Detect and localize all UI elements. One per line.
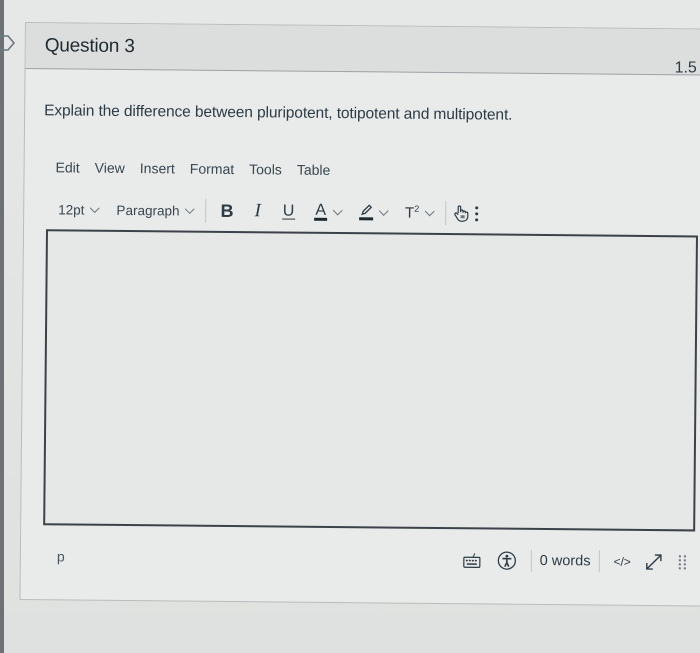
question-points: 1.5 p	[674, 59, 700, 77]
editor-menubar: Edit View Insert Format Tools Table	[56, 159, 331, 178]
highlight-color-button[interactable]	[359, 204, 389, 221]
text-color-button[interactable]: A	[314, 201, 343, 221]
more-vertical-icon[interactable]	[475, 205, 479, 221]
question-title: Question 3	[44, 35, 135, 58]
menu-edit[interactable]: Edit	[56, 159, 80, 175]
block-format-value: Paragraph	[116, 202, 180, 218]
menu-table[interactable]: Table	[297, 162, 331, 178]
status-divider	[598, 550, 600, 573]
chevron-down-icon	[185, 203, 195, 214]
rich-text-editor[interactable]	[43, 229, 698, 532]
toolbar-divider	[205, 198, 207, 223]
status-divider	[530, 549, 532, 572]
toolbar-divider	[445, 201, 447, 226]
font-size-value: 12pt	[58, 201, 85, 218]
menu-insert[interactable]: Insert	[140, 160, 175, 176]
left-edge	[0, 0, 4, 653]
element-path[interactable]: p	[57, 548, 65, 564]
question-prompt: Explain the difference between pluripote…	[44, 102, 513, 124]
hand-pointer-icon	[454, 205, 469, 222]
word-count[interactable]: 0 words	[540, 553, 591, 569]
menu-tools[interactable]: Tools	[249, 161, 282, 177]
html-editor-button[interactable]: </>	[613, 555, 630, 569]
chevron-down-icon	[378, 205, 389, 216]
apps-button[interactable]	[452, 204, 470, 222]
menu-format[interactable]: Format	[190, 161, 234, 177]
editor-statusbar: p 0 words </>	[43, 541, 695, 577]
keyboard-icon	[463, 553, 481, 568]
chevron-down-icon	[332, 205, 343, 215]
text-color-icon: A	[314, 201, 328, 221]
bold-button[interactable]: B	[220, 200, 233, 221]
superscript-icon: T2	[404, 203, 420, 222]
italic-button[interactable]: I	[254, 200, 261, 222]
menu-view[interactable]: View	[95, 160, 125, 176]
question-card: Question 3 1.5 p Explain the difference …	[19, 22, 700, 607]
answer-textarea[interactable]	[45, 231, 696, 529]
chevron-down-icon	[424, 205, 435, 216]
page: Question 3 1.5 p Explain the difference …	[0, 0, 700, 653]
keyboard-shortcuts-button[interactable]	[463, 552, 481, 568]
superscript-button[interactable]: T2	[404, 203, 435, 222]
resize-grip-icon[interactable]	[678, 555, 687, 570]
accessibility-icon	[497, 551, 516, 570]
accessibility-checker-button[interactable]	[497, 551, 517, 571]
fullscreen-icon	[646, 554, 662, 570]
font-size-dropdown[interactable]: 12pt	[58, 201, 100, 218]
editor-toolbar: 12pt Paragraph B I U A T2	[58, 195, 479, 227]
fullscreen-button[interactable]	[645, 553, 663, 571]
status-actions: 0 words </>	[463, 549, 687, 573]
underline-button[interactable]: U	[281, 202, 296, 220]
question-header: Question 3 1.5 p	[25, 23, 700, 77]
block-format-dropdown[interactable]: Paragraph	[116, 202, 195, 218]
question-flag-icon[interactable]	[0, 34, 16, 52]
highlighter-icon	[359, 204, 374, 221]
chevron-down-icon	[90, 202, 100, 213]
